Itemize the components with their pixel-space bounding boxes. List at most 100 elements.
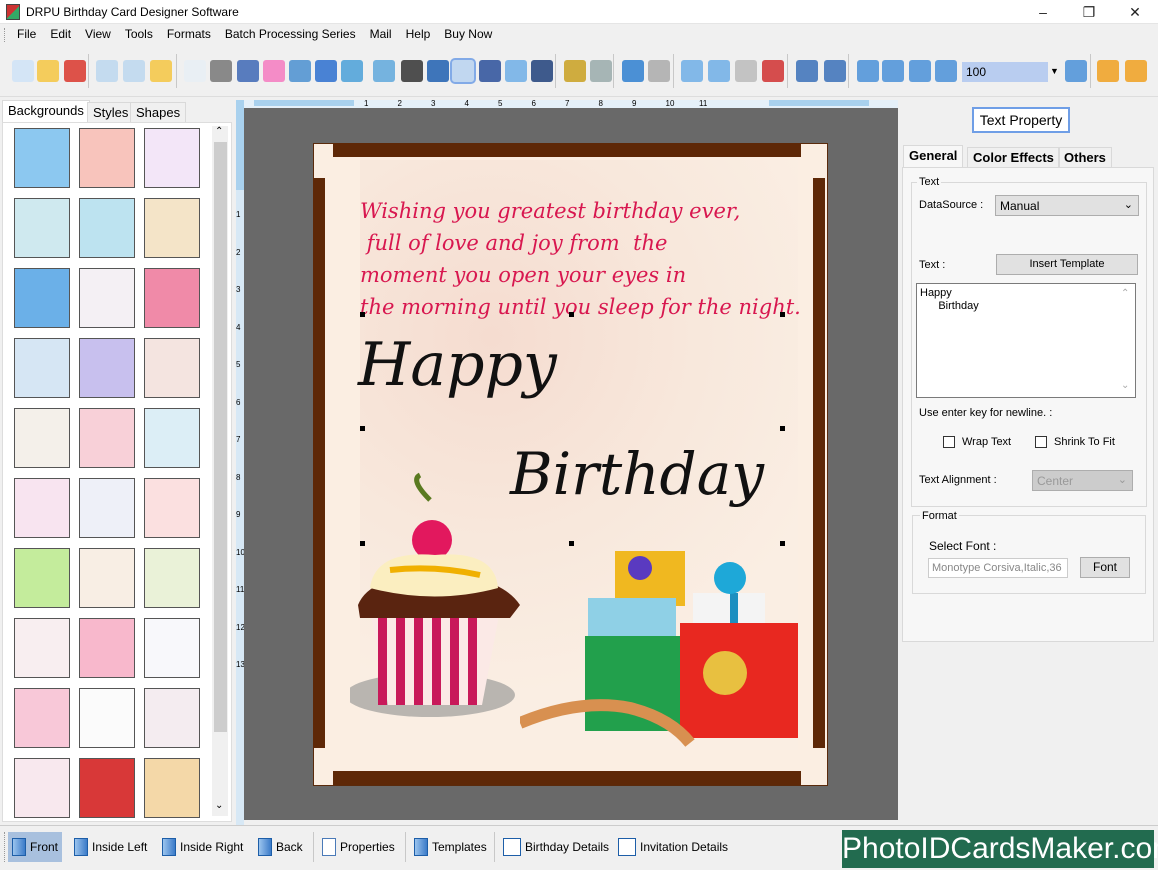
front-button[interactable]: Front (8, 832, 63, 862)
shapes-icon[interactable] (341, 60, 363, 82)
wrap-text-checkbox[interactable] (943, 436, 955, 448)
delete-icon[interactable] (762, 60, 784, 82)
inside-right-button[interactable]: Inside Right (158, 832, 247, 862)
background-thumbnail-rainbow[interactable] (79, 338, 135, 398)
bring-front-icon[interactable] (796, 60, 818, 82)
symbol-icon[interactable] (479, 60, 501, 82)
background-thumbnail-birthday-banner[interactable] (144, 758, 200, 818)
open-icon[interactable] (37, 60, 59, 82)
export-icon[interactable] (150, 60, 172, 82)
font-input[interactable]: Monotype Corsiva,Italic,36 (928, 558, 1068, 578)
undo-icon[interactable] (622, 60, 644, 82)
gifts-image[interactable] (520, 548, 810, 748)
background-thumbnail-green-stripes[interactable] (14, 548, 70, 608)
menu-view[interactable]: View (78, 24, 118, 44)
background-thumbnail-confetti[interactable] (79, 688, 135, 748)
selection-handle[interactable] (569, 541, 574, 546)
background-thumbnail-happy-birthday[interactable] (14, 408, 70, 468)
background-thumbnail-balloons2[interactable] (144, 408, 200, 468)
insert-template-button[interactable]: Insert Template (996, 254, 1138, 275)
paste-icon[interactable] (735, 60, 757, 82)
text-property-icon[interactable] (450, 58, 476, 84)
print-icon[interactable] (210, 60, 232, 82)
zoom-out-icon[interactable] (1065, 60, 1087, 82)
background-icon[interactable] (237, 60, 259, 82)
scroll-down-icon[interactable]: ⌄ (215, 800, 223, 811)
new-icon[interactable] (12, 60, 34, 82)
card-verse-text[interactable]: Wishing you greatest birthday ever, full… (360, 195, 801, 323)
invitation-details-button[interactable]: Invitation Details (614, 832, 732, 862)
background-thumbnail-pink-party[interactable] (144, 268, 200, 328)
selection-handle[interactable] (569, 312, 574, 317)
print-preview-icon[interactable] (184, 60, 206, 82)
tab-backgrounds[interactable]: Backgrounds (2, 100, 90, 123)
actual-size-icon[interactable] (882, 60, 904, 82)
fit-icon[interactable] (909, 60, 931, 82)
tab-styles[interactable]: Styles (87, 102, 135, 123)
mail-icon[interactable] (505, 60, 527, 82)
copy-icon[interactable] (708, 60, 730, 82)
background-thumbnail-pink-pattern[interactable] (79, 618, 135, 678)
font-button[interactable]: Font (1080, 557, 1130, 578)
inside-left-button[interactable]: Inside Left (70, 832, 151, 862)
card-birthday-text[interactable]: Birthday (510, 440, 764, 508)
tab-shapes[interactable]: Shapes (130, 102, 187, 123)
background-thumbnail-balloon-bunches[interactable] (79, 478, 135, 538)
selection-handle[interactable] (780, 426, 785, 431)
menu-formats[interactable]: Formats (160, 24, 218, 44)
unlock-icon[interactable] (1125, 60, 1147, 82)
background-thumbnail-pink-hearts[interactable] (79, 128, 135, 188)
cut-icon[interactable] (681, 60, 703, 82)
background-thumbnail-clouds[interactable] (14, 128, 70, 188)
menu-mail[interactable]: Mail (363, 24, 399, 44)
save-as-icon[interactable] (123, 60, 145, 82)
zoom-input[interactable]: 100 (962, 62, 1048, 82)
background-thumbnail-red-silver-hearts[interactable] (79, 758, 135, 818)
card-happy-text[interactable]: Happy (358, 330, 557, 400)
selection-handle[interactable] (360, 426, 365, 431)
back-button[interactable]: Back (254, 832, 307, 862)
background-thumbnail-butterflies[interactable] (144, 128, 200, 188)
menu-help[interactable]: Help (399, 24, 438, 44)
grid-icon[interactable] (857, 60, 879, 82)
datasource-select[interactable]: Manual ⌄ (995, 195, 1139, 216)
birthday-details-button[interactable]: Birthday Details (499, 832, 613, 862)
tab-general[interactable]: General (903, 145, 964, 167)
background-thumbnail-castle[interactable] (79, 198, 135, 258)
save-icon[interactable] (96, 60, 118, 82)
background-thumbnail-flowers[interactable] (14, 198, 70, 258)
background-thumbnail-balloons[interactable] (79, 268, 135, 328)
background-thumbnail-pink-roses[interactable] (14, 688, 70, 748)
background-thumbnail-red-hearts[interactable] (144, 478, 200, 538)
background-thumbnail-hearts[interactable] (14, 478, 70, 538)
background-thumbnail-stars[interactable] (14, 268, 70, 328)
background-thumbnail-bubbles[interactable] (14, 338, 70, 398)
properties-button[interactable]: Properties (318, 832, 399, 862)
background-thumbnail-meadow[interactable] (144, 548, 200, 608)
text-alignment-select[interactable]: Center ⌄ (1032, 470, 1133, 491)
selection-handle[interactable] (360, 541, 365, 546)
background-thumbnail-teddy[interactable] (144, 338, 200, 398)
selection-handle[interactable] (360, 312, 365, 317)
background-thumbnail-roses[interactable] (14, 618, 70, 678)
selection-handle[interactable] (780, 541, 785, 546)
tab-color-effects[interactable]: Color Effects (967, 147, 1060, 167)
restore-button[interactable]: ❐ (1066, 0, 1112, 24)
selection-handle[interactable] (780, 312, 785, 317)
background-thumbnail-purple-flowers[interactable] (144, 688, 200, 748)
close-file-icon[interactable] (64, 60, 86, 82)
minimize-button[interactable]: – (1020, 0, 1066, 24)
shrink-to-fit-checkbox[interactable] (1035, 436, 1047, 448)
zoom-in-icon[interactable] (935, 60, 957, 82)
menu-batch-processing[interactable]: Batch Processing Series (218, 24, 363, 44)
menu-tools[interactable]: Tools (118, 24, 160, 44)
signature-icon[interactable] (315, 60, 337, 82)
textarea-scroll-up-icon[interactable]: ⌃ (1121, 288, 1129, 299)
insert-image-icon[interactable] (289, 60, 311, 82)
send-back-icon[interactable] (824, 60, 846, 82)
database-icon[interactable] (564, 60, 586, 82)
zoom-dropdown-icon[interactable]: ▼ (1050, 66, 1059, 76)
database2-icon[interactable] (590, 60, 612, 82)
close-button[interactable]: ✕ (1112, 0, 1158, 24)
watermark-icon[interactable] (373, 60, 395, 82)
